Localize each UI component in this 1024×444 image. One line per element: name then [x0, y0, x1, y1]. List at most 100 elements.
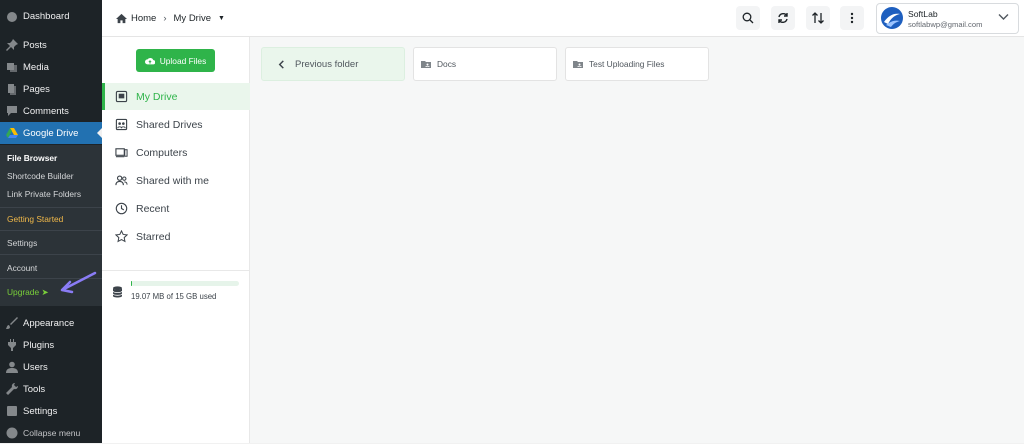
- upload-files-button[interactable]: Upload Files: [136, 49, 215, 72]
- divider: [0, 207, 102, 208]
- nav-label: Shared with me: [136, 174, 209, 187]
- home-icon: [116, 13, 127, 24]
- divider: [0, 254, 102, 255]
- upload-label: Upload Files: [159, 55, 207, 66]
- folder-name: Docs: [437, 59, 457, 69]
- top-bar: Home › My Drive ▼ SoftLab softlabwp@gmai…: [102, 0, 1024, 37]
- arrow-right-icon: ➤: [41, 287, 49, 297]
- menu-pages[interactable]: Pages: [0, 78, 102, 100]
- breadcrumb: Home › My Drive ▼: [116, 0, 225, 36]
- clock-icon: [114, 202, 128, 216]
- menu-users[interactable]: Users: [0, 356, 102, 378]
- pointer-arrow-icon: [60, 271, 97, 294]
- nav-shared-with-me[interactable]: Shared with me: [102, 167, 249, 194]
- refresh-button[interactable]: [771, 6, 795, 30]
- drive-sidebar: Upload Files My Drive Shared Drives Comp…: [102, 37, 252, 443]
- kebab-menu-icon: [846, 12, 858, 24]
- cloud-upload-icon: [144, 56, 160, 66]
- nav-label: Shared Drives: [136, 118, 203, 131]
- submenu-getting-started[interactable]: Getting Started: [7, 214, 63, 224]
- people-icon: [114, 174, 128, 188]
- search-icon: [742, 12, 754, 24]
- pages-icon: [6, 83, 18, 95]
- previous-folder-button[interactable]: Previous folder: [261, 47, 405, 81]
- submenu-settings[interactable]: Settings: [7, 238, 37, 248]
- collapse-icon: [6, 427, 18, 439]
- menu-label: Collapse menu: [23, 428, 81, 438]
- menu-label: Pages: [23, 83, 50, 95]
- chevron-right-icon: ›: [163, 12, 167, 24]
- menu-posts[interactable]: Posts: [0, 34, 102, 56]
- nav-starred[interactable]: Starred: [102, 223, 249, 250]
- upgrade-label: Upgrade: [7, 287, 40, 297]
- storage-bar-fill: [131, 281, 132, 286]
- wp-admin-sidebar: Dashboard Posts Media Pages Comments Goo…: [0, 0, 102, 443]
- menu-label: Google Drive: [23, 127, 79, 139]
- menu-label: Dashboard: [23, 10, 70, 22]
- nav-label: Starred: [136, 230, 171, 243]
- settings-icon: [6, 405, 18, 417]
- storage-text: 19.07 MB of 15 GB used: [131, 292, 217, 301]
- chevron-down-icon: [998, 13, 1009, 21]
- sort-icon: [812, 12, 824, 24]
- menu-label: Media: [23, 61, 49, 73]
- sort-button[interactable]: [806, 6, 830, 30]
- menu-label: Tools: [23, 383, 46, 395]
- folder-card[interactable]: Docs: [413, 47, 557, 81]
- nav-computers[interactable]: Computers: [102, 139, 249, 166]
- media-icon: [6, 61, 18, 73]
- folder-card[interactable]: Test Uploading Files: [565, 47, 709, 81]
- user-account-switcher[interactable]: SoftLab softlabwp@gmail.com: [876, 3, 1019, 34]
- shared-drives-icon: [114, 118, 128, 132]
- nav-shared-drives[interactable]: Shared Drives: [102, 111, 249, 138]
- star-icon: [114, 230, 128, 244]
- menu-label: Users: [23, 361, 48, 373]
- avatar: [881, 7, 903, 29]
- shared-folder-icon: [566, 59, 589, 69]
- menu-media[interactable]: Media: [0, 56, 102, 78]
- shared-folder-icon: [414, 59, 437, 69]
- file-browser-app: Home › My Drive ▼ SoftLab softlabwp@gmai…: [102, 0, 1024, 443]
- user-name: SoftLab: [908, 9, 938, 19]
- menu-label: Appearance: [23, 317, 75, 329]
- chevron-left-icon: [262, 59, 295, 69]
- paintbrush-icon: [6, 317, 18, 329]
- caret-down-icon[interactable]: ▼: [218, 15, 225, 22]
- menu-settings[interactable]: Settings: [0, 400, 102, 422]
- nav-label: My Drive: [136, 90, 178, 103]
- nav-label: Recent: [136, 202, 170, 215]
- database-icon: [112, 286, 123, 298]
- more-options-button[interactable]: [840, 6, 864, 30]
- submenu-file-browser[interactable]: File Browser: [7, 153, 57, 163]
- menu-dashboard[interactable]: Dashboard: [0, 5, 102, 27]
- nav-recent[interactable]: Recent: [102, 195, 249, 222]
- menu-tools[interactable]: Tools: [0, 378, 102, 400]
- menu-label: Posts: [23, 39, 47, 51]
- submenu-shortcode-builder[interactable]: Shortcode Builder: [7, 171, 74, 181]
- menu-collapse[interactable]: Collapse menu: [0, 422, 102, 444]
- menu-google-drive[interactable]: Google Drive: [0, 122, 102, 144]
- plugin-icon: [6, 339, 18, 351]
- menu-comments[interactable]: Comments: [0, 100, 102, 122]
- divider: [0, 230, 102, 231]
- menu-label: Plugins: [23, 339, 55, 351]
- comment-icon: [6, 105, 18, 117]
- submenu-account[interactable]: Account: [7, 263, 37, 273]
- file-list-area: Previous folder Docs Test Uploading File…: [250, 37, 1024, 443]
- breadcrumb-home[interactable]: Home: [131, 13, 156, 24]
- submenu-upgrade[interactable]: Upgrade ➤: [7, 287, 49, 297]
- computer-icon: [114, 146, 128, 160]
- menu-appearance[interactable]: Appearance: [0, 312, 102, 334]
- previous-folder-label: Previous folder: [295, 58, 359, 70]
- search-button[interactable]: [736, 6, 760, 30]
- dashboard-icon: [6, 10, 18, 22]
- menu-label: Settings: [23, 405, 58, 417]
- submenu-link-private-folders[interactable]: Link Private Folders: [7, 189, 81, 199]
- google-drive-icon: [6, 127, 18, 139]
- nav-my-drive[interactable]: My Drive: [102, 83, 252, 110]
- menu-plugins[interactable]: Plugins: [0, 334, 102, 356]
- breadcrumb-current[interactable]: My Drive: [174, 13, 211, 24]
- user-email: softlabwp@gmail.com: [908, 20, 983, 29]
- folder-name: Test Uploading Files: [589, 59, 665, 69]
- storage-bar: [131, 281, 239, 286]
